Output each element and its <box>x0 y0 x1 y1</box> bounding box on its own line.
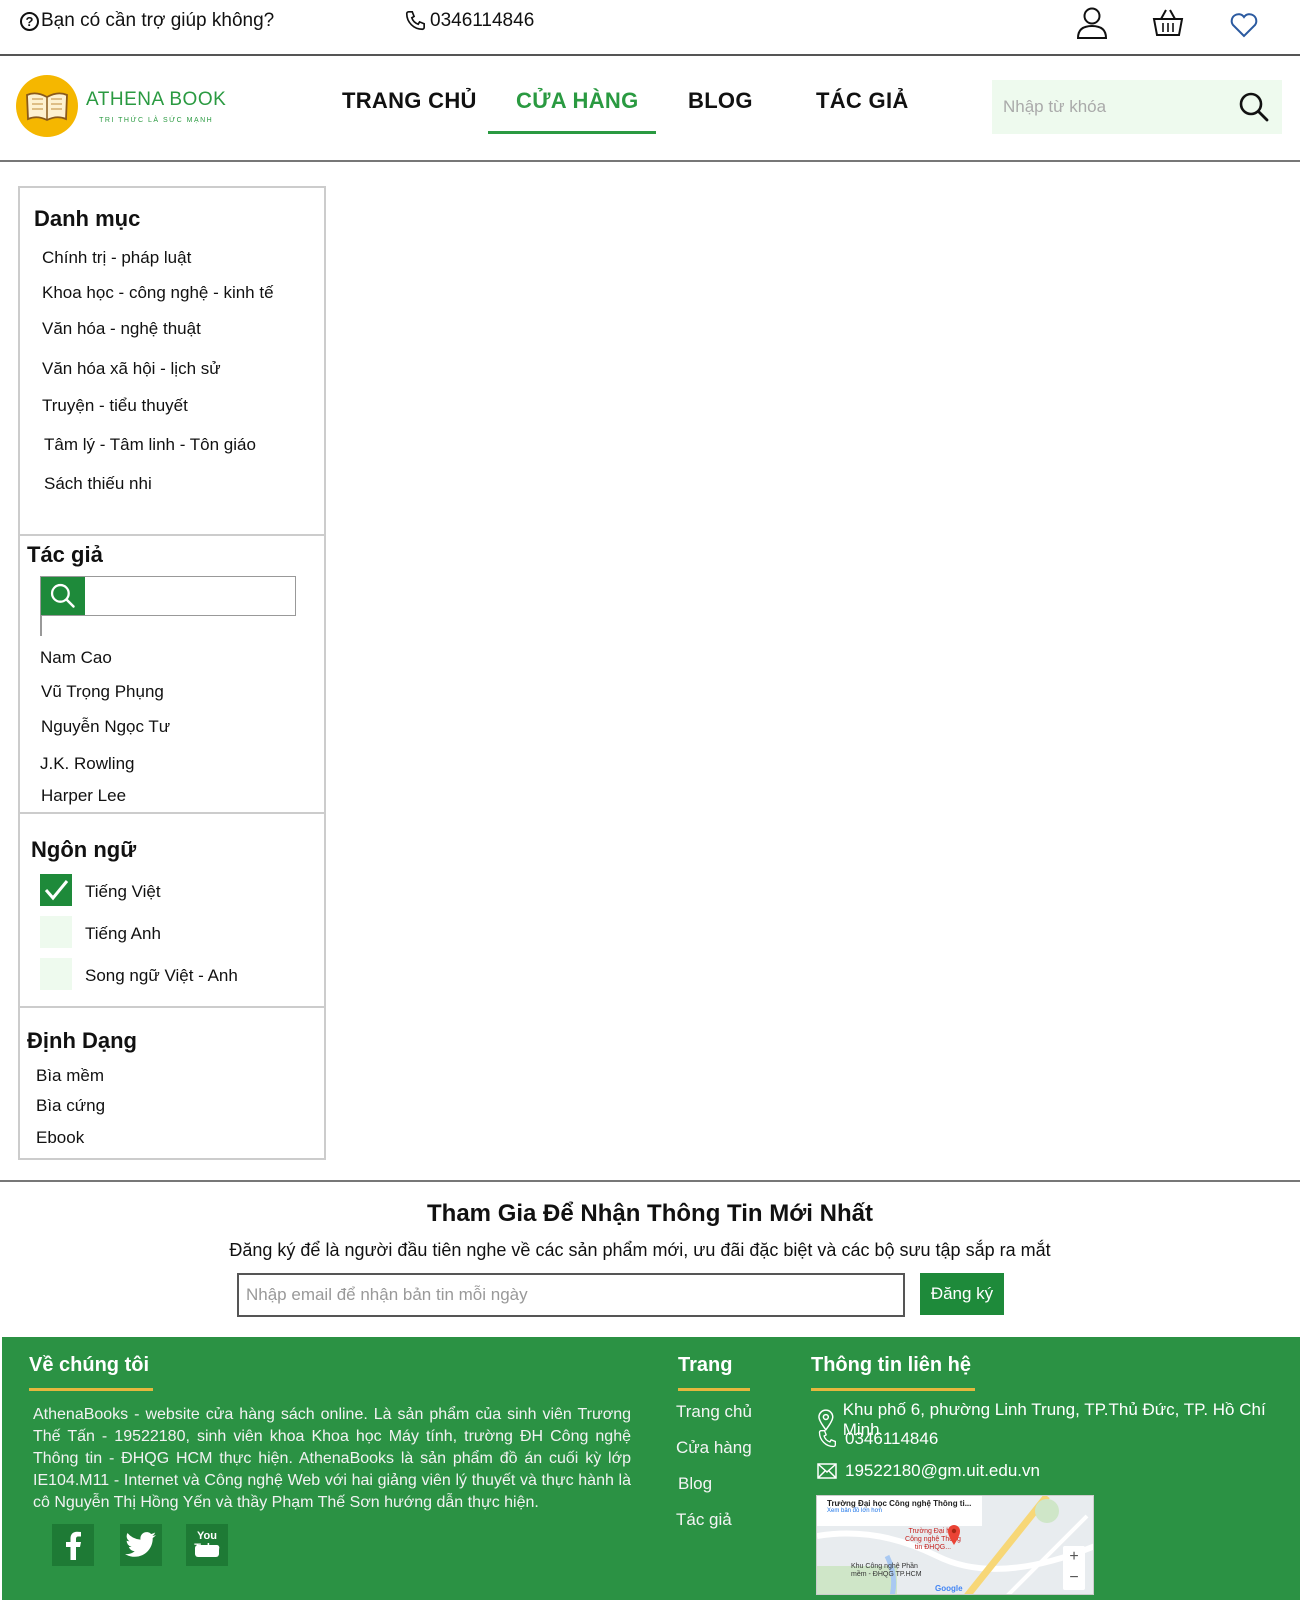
logo-book-icon <box>16 75 78 137</box>
youtube-logo-text: You Tube <box>194 1530 220 1554</box>
heart-icon[interactable] <box>1230 12 1258 38</box>
check-icon <box>44 880 69 901</box>
help-link[interactable]: ? Bạn có cần trợ giúp không? <box>20 10 274 32</box>
main-header: ATHENA BOOK TRI THỨC LÀ SỨC MẠNH TRANG C… <box>0 58 1300 162</box>
category-title: Danh mục <box>34 206 141 231</box>
title-underline <box>29 1388 153 1391</box>
footer-link-authors[interactable]: Tác giả <box>676 1510 732 1530</box>
author-item[interactable]: J.K. Rowling <box>40 754 134 774</box>
section-divider <box>20 1006 324 1008</box>
contact-title: Thông tin liên hệ <box>811 1354 971 1376</box>
map-info-card: Trường Đại học Công nghệ Thông ti... Xem… <box>817 1496 982 1526</box>
map-marker-icon <box>948 1525 960 1545</box>
contact-email[interactable]: 19522180@gm.uit.edu.vn <box>817 1461 1040 1481</box>
format-item[interactable]: Ebook <box>36 1128 84 1148</box>
subscribe-button[interactable]: Đăng ký <box>920 1273 1004 1315</box>
title-underline <box>811 1388 975 1391</box>
author-search-icon[interactable] <box>41 577 85 615</box>
newsletter-title: Tham Gia Để Nhận Thông Tin Mới Nhất <box>427 1200 873 1227</box>
language-checkbox-checked[interactable] <box>40 874 72 906</box>
email-text: 19522180@gm.uit.edu.vn <box>845 1461 1040 1480</box>
filter-sidebar: Danh mục Chính trị - pháp luật Khoa học … <box>18 186 326 1160</box>
user-icon[interactable] <box>1076 6 1108 40</box>
mail-icon <box>817 1463 837 1479</box>
map-attribution: Google <box>935 1584 963 1593</box>
author-search-input[interactable] <box>85 577 295 615</box>
language-checkbox[interactable] <box>40 958 72 990</box>
footer-phone-text: 0346114846 <box>845 1429 939 1448</box>
section-divider <box>20 534 324 536</box>
nav-shop[interactable]: CỬA HÀNG <box>516 88 639 114</box>
author-title: Tác giả <box>27 542 103 567</box>
about-text: AthenaBooks - website cửa hàng sách onli… <box>33 1406 631 1511</box>
category-item[interactable]: Truyện - tiểu thuyết <box>42 396 188 416</box>
logo[interactable]: ATHENA BOOK TRI THỨC LÀ SỨC MẠNH <box>16 74 244 138</box>
author-search <box>40 576 296 616</box>
nav-home[interactable]: TRANG CHỦ <box>342 88 477 114</box>
format-title: Định Dạng <box>27 1028 137 1053</box>
newsletter-section: Tham Gia Để Nhận Thông Tin Mới Nhất Đăng… <box>0 1180 1300 1340</box>
nav-active-underline <box>488 131 656 134</box>
logo-name: ATHENA BOOK <box>86 88 227 110</box>
contact-phone[interactable]: 0346114846 <box>817 1429 938 1449</box>
phone-icon <box>818 1430 836 1448</box>
category-item[interactable]: Văn hóa xã hội - lịch sử <box>42 359 221 379</box>
author-item[interactable]: Vũ Trọng Phụng <box>41 682 164 702</box>
format-item[interactable]: Bìa cứng <box>36 1096 105 1116</box>
search-input[interactable] <box>992 97 1227 117</box>
newsletter-email-input[interactable] <box>237 1273 905 1317</box>
youtube-icon[interactable]: You Tube <box>186 1524 228 1566</box>
about-title: Về chúng tôi <box>29 1354 149 1376</box>
language-label[interactable]: Tiếng Anh <box>85 924 161 944</box>
help-text: Bạn có cần trợ giúp không? <box>41 10 275 31</box>
footer: Về chúng tôi AthenaBooks - website cửa h… <box>2 1337 1300 1600</box>
question-icon: ? <box>20 11 39 31</box>
category-item[interactable]: Sách thiếu nhi <box>44 474 152 494</box>
top-phone-number: 0346114846 <box>430 10 535 31</box>
search-icon[interactable] <box>1238 91 1270 128</box>
title-underline <box>678 1388 750 1391</box>
pages-title: Trang <box>678 1354 733 1376</box>
language-checkbox[interactable] <box>40 916 72 948</box>
newsletter-subtitle: Đăng ký để là người đầu tiên nghe về các… <box>229 1240 1051 1260</box>
twitter-icon[interactable] <box>120 1524 162 1566</box>
logo-slogan: TRI THỨC LÀ SỨC MẠNH <box>99 116 214 124</box>
footer-link-home[interactable]: Trang chủ <box>676 1402 752 1422</box>
search-box <box>992 80 1282 134</box>
nav-authors[interactable]: TÁC GIẢ <box>816 88 909 114</box>
location-pin-icon <box>818 1409 834 1431</box>
category-item[interactable]: Chính trị - pháp luật <box>42 248 191 268</box>
format-item[interactable]: Bìa mềm <box>36 1066 104 1086</box>
author-item[interactable]: Nam Cao <box>40 648 112 668</box>
map-large-link[interactable]: Xem bản đồ lớn hơn <box>817 1508 982 1514</box>
top-bar: ? Bạn có cần trợ giúp không? 0346114846 <box>0 0 1300 56</box>
facebook-icon[interactable] <box>52 1524 94 1566</box>
nav-blog[interactable]: BLOG <box>688 88 753 114</box>
category-item[interactable]: Tâm lý - Tâm linh - Tôn giáo <box>44 435 256 455</box>
footer-link-blog[interactable]: Blog <box>678 1474 712 1494</box>
category-item[interactable]: Văn hóa - nghệ thuật <box>42 319 201 339</box>
language-label[interactable]: Song ngữ Việt - Anh <box>85 966 238 986</box>
footer-link-shop[interactable]: Cửa hàng <box>676 1438 752 1458</box>
category-item[interactable]: Khoa học - công nghệ - kinh tế <box>42 283 274 303</box>
basket-icon[interactable] <box>1151 6 1185 40</box>
map-place-name: Trường Đại học Công nghệ Thông ti... <box>827 1499 972 1508</box>
section-divider <box>20 812 324 814</box>
language-label[interactable]: Tiếng Việt <box>85 882 161 902</box>
author-item[interactable]: Nguyễn Ngọc Tư <box>41 717 170 737</box>
map-zoom-controls[interactable]: + − <box>1063 1546 1085 1590</box>
map-poi-label: Khu Công nghệ Phần mềm - ĐHQG TP.HCM <box>851 1563 922 1578</box>
phone-icon <box>405 11 425 31</box>
top-phone[interactable]: 0346114846 <box>404 10 534 32</box>
author-item[interactable]: Harper Lee <box>41 786 126 806</box>
language-title: Ngôn ngữ <box>31 837 137 862</box>
author-search-border <box>40 616 42 636</box>
google-map[interactable]: Trường Đại học Công nghệ Thông ti... Xem… <box>816 1495 1094 1595</box>
